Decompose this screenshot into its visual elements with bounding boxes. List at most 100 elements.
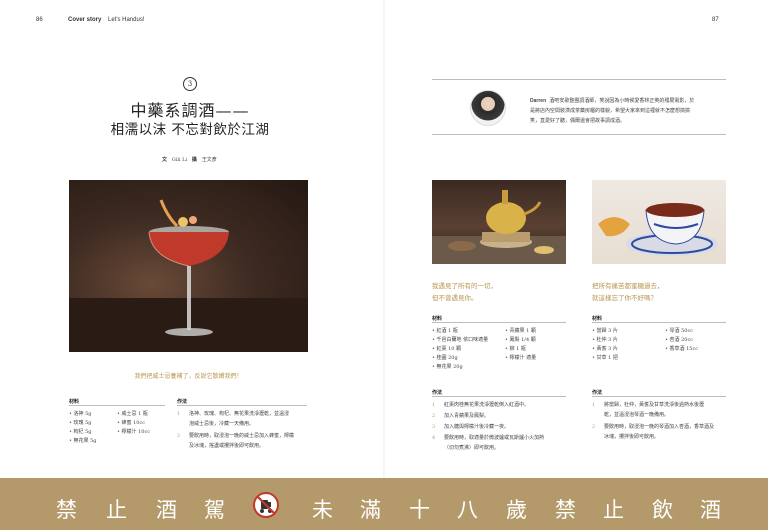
ingredient-item: • 桂圓 20g [432, 355, 458, 361]
banner-char: 滿 [360, 498, 381, 522]
step-line: （切勿煮沸）即可飲用。 [444, 444, 500, 451]
bio-line: 酒吧安歌整團調酒師，笑說因為小時候愛香林正英的殭屍電影，於 [549, 98, 695, 104]
ingredient-item: • 千邑白蘭地 依口味適量 [432, 337, 489, 343]
recipe2-ingredients-heading: 材料 [432, 316, 443, 322]
step-line: 要飲用時，取浸泡一晚的琴酒加入杏酒，香草酒及 [604, 424, 715, 430]
byline-photographer: 王文彥 [201, 157, 217, 163]
banner-char: 八 [457, 498, 478, 522]
recipe1-steps-heading: 作法 [177, 399, 188, 405]
banner-char: 止 [106, 498, 127, 522]
banner-char: 酒 [700, 498, 721, 522]
step-line: 冰塊，攪拌後即可飲用。 [604, 433, 660, 440]
divider [432, 134, 726, 135]
recipe1-ingredients-col2: • 威士忌 1 瓶 • 蜂蜜 10cc • 檸檬汁 10cc [117, 410, 150, 437]
article-number-badge: 3 [183, 77, 197, 91]
tea-cup-photo [592, 180, 726, 264]
ingredient-item: • 玫瑰 5g [69, 420, 92, 426]
step-line: 要飲用時，取浸泡一晚的威士忌加入蜂蜜，檸檬 [189, 433, 295, 439]
banner-char: 十 [409, 498, 430, 522]
ingredient-item: • 無花果 5g [69, 438, 97, 444]
tagline-line: 我遇見了所有的一切， [432, 282, 497, 290]
ingredient-item: • 無花果 20g [432, 364, 463, 370]
ingredient-item: • 青蘋果 1 顆 [505, 328, 536, 334]
recipe1-tagline: 我們把威士忌養補了，反說它散嬌我們！ [134, 373, 243, 380]
step-line: 紅棗肉桂無花果洗淨瀝乾倒入紅酒中。 [444, 402, 530, 408]
step-line: 洛神、玫瑰、枸杞、無花果洗淨瀝乾，並溫浸 [189, 411, 290, 417]
banner-char: 禁 [56, 498, 77, 522]
ingredient-item: • 柳 1 瓶 [505, 346, 526, 352]
ingredient-item: • 鳳梨 1/4 顆 [505, 337, 536, 343]
byline-text-label: 文 [162, 157, 168, 163]
step-number: 1 [592, 402, 596, 408]
banner-char: 禁 [555, 498, 576, 522]
cocktail-glass-illustration [69, 199, 308, 352]
recipe3-steps-heading: 作法 [592, 390, 603, 396]
article-number: 3 [187, 80, 193, 88]
subsection-label: Let's Handus! [108, 17, 145, 23]
section-label: Cover story [68, 17, 102, 23]
ingredient-item: • 當歸 3 片 [592, 328, 618, 334]
step-text: 要飲用時，取適量於微波爐或瓦斯爐小火加熱 （切勿煮沸）即可飲用。 [444, 434, 544, 453]
warning-banner: 禁 止 酒 駕 未 滿 十 八 歲 禁 止 飲 酒 [0, 478, 768, 530]
ingredient-item: • 杏酒 20cc [665, 337, 694, 343]
profile-name: Darren [530, 98, 547, 104]
step-line: 加入糖與檸檬汁後冷藏一夜。 [444, 424, 510, 430]
divider [432, 396, 566, 397]
divider [69, 405, 165, 406]
banner-char: 駕 [204, 498, 225, 522]
bio-line: 是將店內空間裝潢成茶藥房櫃的樣貌，希望大家來到這裡就不怎麼想搞搞 [530, 108, 691, 114]
no-drink-driving-icon [253, 492, 279, 518]
page-number-left: 86 [36, 17, 43, 23]
recipe2-step: 3 加入糖與檸檬汁後冷藏一夜。 [432, 423, 582, 433]
recipe2-ingredients-col1: • 紅酒 1 瓶 • 千邑白蘭地 依口味適量 • 紅棗 10 顆 • 桂圓 20… [432, 327, 488, 372]
byline-photo-label: 攝 [191, 157, 197, 163]
step-text: 加入青蘋果及鳳梨。 [444, 412, 489, 422]
ingredient-item: • 琴酒 50cc [665, 328, 694, 334]
recipe1-ingredients-col1: • 洛神 5g • 玫瑰 5g • 枸杞 5g • 無花果 5g [69, 410, 97, 446]
teapot-photo [432, 180, 566, 264]
ingredient-item: • 紅棗 10 顆 [432, 346, 462, 352]
recipe2-tagline: 我遇見了所有的一切， 但不曾遇見你。 [432, 280, 497, 304]
divider [177, 405, 307, 406]
banner-char: 歲 [506, 498, 527, 522]
recipe2-ingredients-col2: • 青蘋果 1 顆 • 鳳梨 1/4 顆 • 柳 1 瓶 • 檸檬汁 適量 [505, 327, 536, 363]
step-number: 1 [177, 411, 181, 417]
step-number: 2 [432, 413, 436, 419]
bio-line: 笑，直愛好了聽，偶爾還會把故事調成酒。 [530, 118, 626, 124]
article-title-line1: 中藥系調酒—— [130, 101, 250, 120]
banner-char: 酒 [156, 498, 177, 522]
divider [432, 322, 566, 323]
page-spine [383, 0, 385, 478]
ingredient-item: • 檸檬汁 適量 [505, 355, 537, 361]
recipe2-step: 1 紅棗肉桂無花果洗淨瀝乾倒入紅酒中。 [432, 401, 582, 411]
recipe2-steps-heading: 作法 [432, 390, 443, 396]
ingredient-item: • 威士忌 1 瓶 [117, 411, 148, 417]
step-number: 2 [177, 433, 181, 439]
ingredient-item: • 紅酒 1 瓶 [432, 328, 458, 334]
step-text: 紅棗肉桂無花果洗淨瀝乾倒入紅酒中。 [444, 401, 529, 411]
recipe3-step: 1 將當歸，杜仲，黃耆及甘草洗淨後過熱水後瀝 乾，並溫浸泡琴酒一晚備用。 [592, 401, 732, 421]
tagline-line: 但不曾遇見你。 [432, 294, 478, 302]
step-number: 2 [592, 424, 596, 430]
cocktail-photo [69, 180, 308, 352]
banner-char: 止 [603, 498, 624, 522]
step-number: 3 [432, 424, 436, 430]
step-number: 1 [432, 402, 436, 408]
recipe1-step: 1 洛神、玫瑰、枸杞、無花果洗淨瀝乾，並溫浸 泡威士忌後，冷藏一天備用。 [177, 410, 312, 430]
ingredient-item: • 檸檬汁 10cc [117, 429, 151, 435]
step-text: 要飲用時，取浸泡一晚的威士忌加入蜂蜜，檸檬 及冰塊，搖盪或攪拌後即可飲用。 [189, 432, 294, 451]
ingredient-item: • 黃耆 3 片 [592, 346, 618, 352]
recipe3-ingredients-col2: • 琴酒 50cc • 杏酒 20cc • 香草酒 15cc [665, 327, 698, 354]
recipe1-ingredients-heading: 材料 [69, 399, 80, 405]
step-line: 及冰塊，搖盪或攪拌後即可飲用。 [189, 442, 265, 449]
step-line: 將當歸，杜仲，黃耆及甘草洗淨後過熱水後瀝 [604, 402, 705, 408]
ingredient-item: • 洛神 5g [69, 411, 92, 417]
byline: 文 Gili Li 攝 王文彥 [162, 156, 217, 163]
teapot-illustration [432, 190, 566, 264]
article-title-line2: 相濡以沫 不忘對飲於江湖 [110, 122, 270, 138]
tagline-line: 就這樣忘了你不好嗎？ [592, 294, 657, 302]
tea-cup-illustration [598, 203, 718, 256]
ingredient-item: • 枸杞 5g [69, 429, 92, 435]
divider [592, 396, 726, 397]
recipe3-ingredients-col1: • 當歸 3 片 • 杜仲 3 片 • 黃耆 3 片 • 甘草 1 把 [592, 327, 618, 363]
